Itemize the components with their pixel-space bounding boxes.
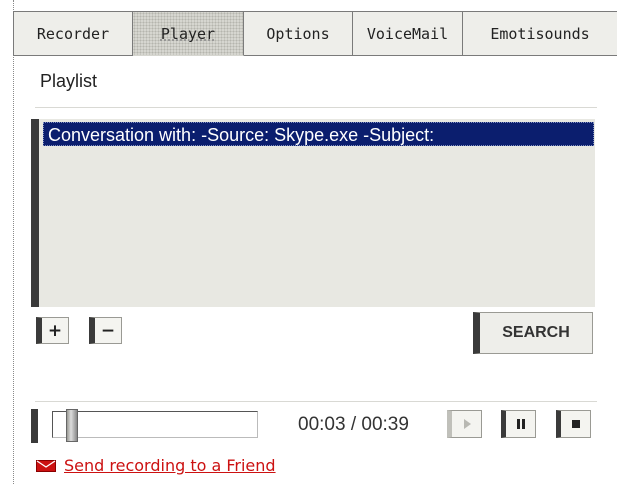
tab-player[interactable]: Player [133, 11, 244, 56]
search-button[interactable]: SEARCH [473, 312, 593, 354]
tab-voicemail[interactable]: VoiceMail [353, 11, 463, 56]
tab-emotisounds[interactable]: Emotisounds [463, 11, 617, 56]
play-icon [463, 419, 471, 429]
stop-button[interactable] [556, 410, 591, 438]
tab-label: Player [160, 24, 216, 43]
send-recording-link[interactable]: Send recording to a Friend [64, 456, 276, 475]
tab-options[interactable]: Options [244, 11, 353, 56]
remove-button[interactable]: − [89, 317, 122, 344]
pause-button[interactable] [501, 410, 536, 438]
tab-recorder[interactable]: Recorder [13, 11, 133, 56]
tab-label: Options [266, 24, 330, 43]
tab-label: VoiceMail [366, 24, 449, 43]
playlist-heading: Playlist [40, 71, 98, 91]
seek-track[interactable] [52, 411, 258, 438]
seek-thumb[interactable] [66, 409, 78, 442]
send-to-friend: Send recording to a Friend [36, 456, 276, 475]
envelope-icon [36, 459, 56, 472]
time-readout: 00:03 / 00:39 [298, 414, 409, 435]
tab-label: Recorder [36, 24, 110, 43]
add-button[interactable]: + [36, 317, 69, 344]
play-button[interactable] [447, 410, 482, 438]
divider [35, 107, 597, 108]
stop-icon [571, 420, 580, 428]
playlist-item[interactable]: Conversation with: -Source: Skype.exe -S… [43, 122, 594, 146]
player-bar-accent [31, 409, 38, 443]
pause-icon [516, 419, 525, 429]
tab-bar: Recorder Player Options VoiceMail Emotis… [13, 11, 617, 56]
tab-label: Emotisounds [490, 24, 590, 43]
divider [35, 401, 597, 402]
playlist-box[interactable]: Conversation with: -Source: Skype.exe -S… [31, 119, 595, 307]
